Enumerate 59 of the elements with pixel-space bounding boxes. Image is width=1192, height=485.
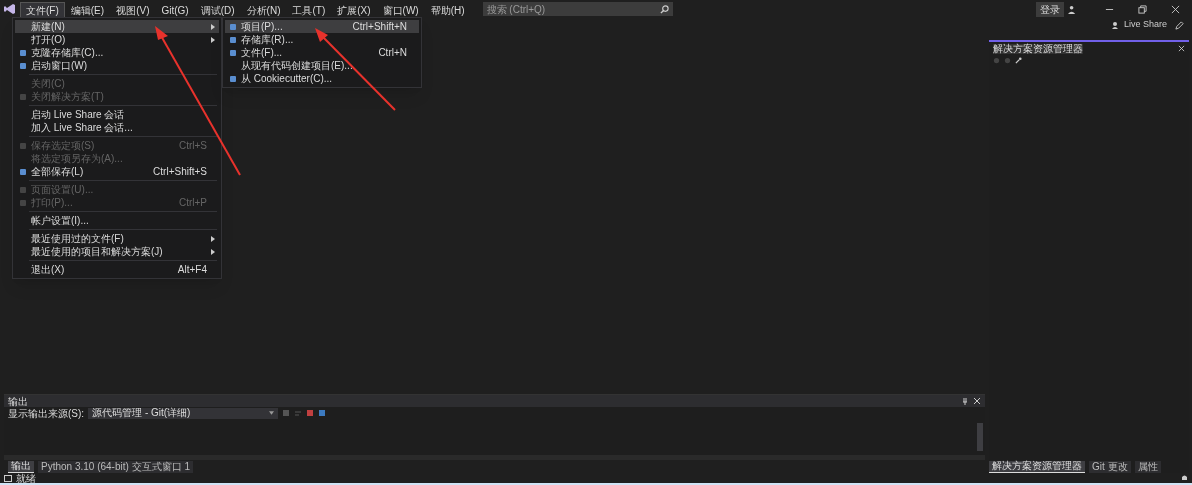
menu-item[interactable]: 视图(V)	[110, 1, 156, 17]
menu-item[interactable]: 工具(T)	[286, 1, 332, 17]
restore-icon[interactable]	[1138, 4, 1147, 14]
menu-entry[interactable]: 文件(F)... Ctrl+N	[225, 46, 419, 59]
menu-entry[interactable]: 全部保存(L) Ctrl+Shift+S	[15, 165, 219, 178]
flag-icon[interactable]	[306, 409, 315, 417]
pin-icon[interactable]	[961, 397, 969, 405]
person-icon[interactable]	[1068, 4, 1077, 14]
menu-entry[interactable]: 启动 Live Share 会话	[15, 108, 219, 121]
menu-item[interactable]: 编辑(E)	[64, 1, 111, 17]
menu-entry[interactable]: 存储库(R)...	[225, 33, 419, 46]
share-icon	[1111, 21, 1120, 29]
tab[interactable]: 属性	[1134, 460, 1161, 473]
menu-item[interactable]: 分析(N)	[240, 1, 287, 17]
menu-entry[interactable]: 加入 Live Share 会话...	[15, 121, 219, 134]
source-label: 显示输出来源(S):	[8, 407, 85, 421]
sign-in-link[interactable]: 登录	[1036, 1, 1064, 17]
menu-entry[interactable]: 退出(X) Alt+F4	[15, 263, 219, 276]
tab[interactable]: 解决方案资源管理器	[989, 460, 1085, 473]
close-icon[interactable]	[1178, 45, 1185, 52]
tab[interactable]: Python 3.10 (64-bit) 交互式窗口 1	[38, 460, 193, 473]
caret-icon	[269, 411, 275, 415]
panel-title: 输出	[8, 394, 28, 409]
source-dropdown[interactable]: 源代码管理 - Git(详细)	[88, 407, 279, 419]
bell-icon[interactable]	[1181, 474, 1188, 482]
search-icon	[659, 4, 669, 14]
menu-item-icon	[19, 141, 27, 150]
window-icon[interactable]	[318, 409, 327, 417]
menu-item[interactable]: 文件(F)	[20, 1, 65, 17]
menu-item[interactable]: Git(G)	[155, 1, 195, 17]
status-text: 就绪	[16, 471, 36, 485]
scrollbar[interactable]	[977, 423, 983, 451]
window-icon	[4, 474, 12, 482]
horizontal-scrollbar[interactable]	[4, 455, 985, 460]
close-icon[interactable]	[973, 397, 981, 405]
close-icon[interactable]	[1171, 4, 1180, 14]
menu-entry[interactable]: 从 Cookiecutter(C)...	[225, 72, 419, 85]
menu-entry[interactable]: 最近使用过的文件(F)	[15, 232, 219, 245]
feedback-icon[interactable]	[1175, 20, 1184, 30]
live-share-button[interactable]: Live Share	[1111, 18, 1167, 32]
menu-item-icon	[19, 92, 27, 101]
wrench-icon[interactable]	[1015, 56, 1022, 64]
tab[interactable]: 输出	[8, 460, 34, 473]
panel-title: 解决方案资源管理器	[993, 43, 1083, 54]
menu-entry[interactable]: 克隆存储库(C)...	[15, 46, 219, 59]
menu-entry[interactable]: 打开(O)	[15, 33, 219, 46]
menu-entry[interactable]: 启动窗口(W)	[15, 59, 219, 72]
menu-item[interactable]: 调试(D)	[194, 1, 241, 17]
menu-item-icon	[229, 74, 237, 83]
app-logo-icon	[4, 3, 16, 15]
menu-entry[interactable]: 最近使用的项目和解决方案(J)	[15, 245, 219, 258]
menu-item[interactable]: 帮助(H)	[424, 1, 471, 17]
menu-item[interactable]: 窗口(W)	[376, 1, 425, 17]
menu-entry[interactable]: 项目(P)... Ctrl+Shift+N	[225, 20, 419, 33]
menu-item[interactable]: 扩展(X)	[331, 1, 377, 17]
menu-entry[interactable]: 从现有代码创建项目(E)...	[225, 59, 419, 72]
tab[interactable]: Git 更改	[1089, 460, 1131, 473]
menu-entry[interactable]: 帐户设置(I)...	[15, 214, 219, 227]
menu-entry[interactable]: 新建(N)	[15, 20, 219, 33]
